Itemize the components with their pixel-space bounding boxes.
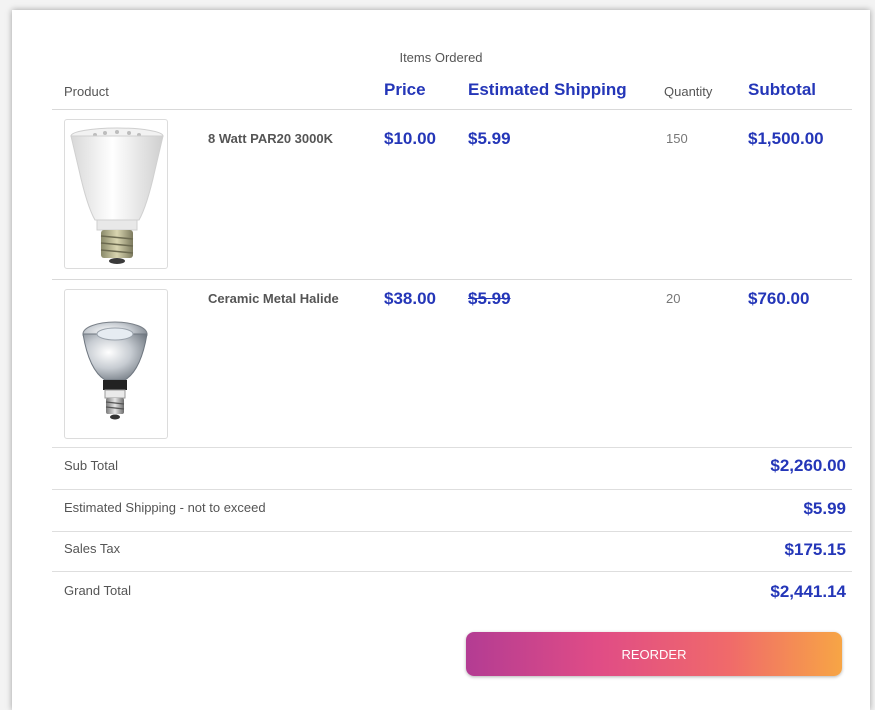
item-quantity: 150	[666, 131, 688, 146]
grand-total-label: Grand Total	[64, 583, 131, 598]
product-name[interactable]: Ceramic Metal Halide	[208, 291, 339, 306]
reorder-button[interactable]: REORDER	[466, 632, 842, 676]
item-shipping: $5.99	[468, 129, 511, 148]
column-header-subtotal: Subtotal	[748, 80, 816, 99]
sales-tax-label: Sales Tax	[64, 541, 121, 556]
product-name[interactable]: 8 Watt PAR20 3000K	[208, 131, 333, 146]
order-panel: Items Ordered Product Price Estimated Sh…	[12, 10, 870, 710]
metal-halide-bulb-icon	[82, 321, 148, 420]
item-price: $38.00	[384, 289, 436, 308]
summary-divider	[52, 571, 852, 572]
sub-total-value: $2,260.00	[770, 456, 846, 475]
item-subtotal: $1,500.00	[748, 129, 824, 148]
grand-total-value: $2,441.14	[770, 582, 846, 601]
product-thumbnail[interactable]	[64, 289, 168, 439]
sub-total-label: Sub Total	[64, 458, 118, 473]
header-divider	[52, 109, 852, 110]
column-header-estimated-shipping: Estimated Shipping	[468, 80, 627, 99]
summary-divider	[52, 489, 852, 490]
section-title: Items Ordered	[399, 50, 483, 65]
item-quantity: 20	[666, 291, 681, 306]
column-header-product: Product	[64, 84, 109, 99]
column-header-price: Price	[384, 80, 426, 99]
product-thumbnail[interactable]	[64, 119, 168, 269]
item-shipping-struck: $5.99	[468, 289, 511, 308]
row-divider	[52, 447, 852, 448]
item-price: $10.00	[384, 129, 436, 148]
row-divider	[52, 279, 852, 280]
shipping-value: $5.99	[803, 499, 846, 518]
column-header-quantity: Quantity	[664, 84, 713, 99]
summary-divider	[52, 531, 852, 532]
led-par20-bulb-icon	[70, 127, 164, 264]
sales-tax-value: $175.15	[784, 540, 846, 559]
shipping-label: Estimated Shipping - not to exceed	[64, 500, 266, 515]
item-subtotal: $760.00	[748, 289, 810, 308]
